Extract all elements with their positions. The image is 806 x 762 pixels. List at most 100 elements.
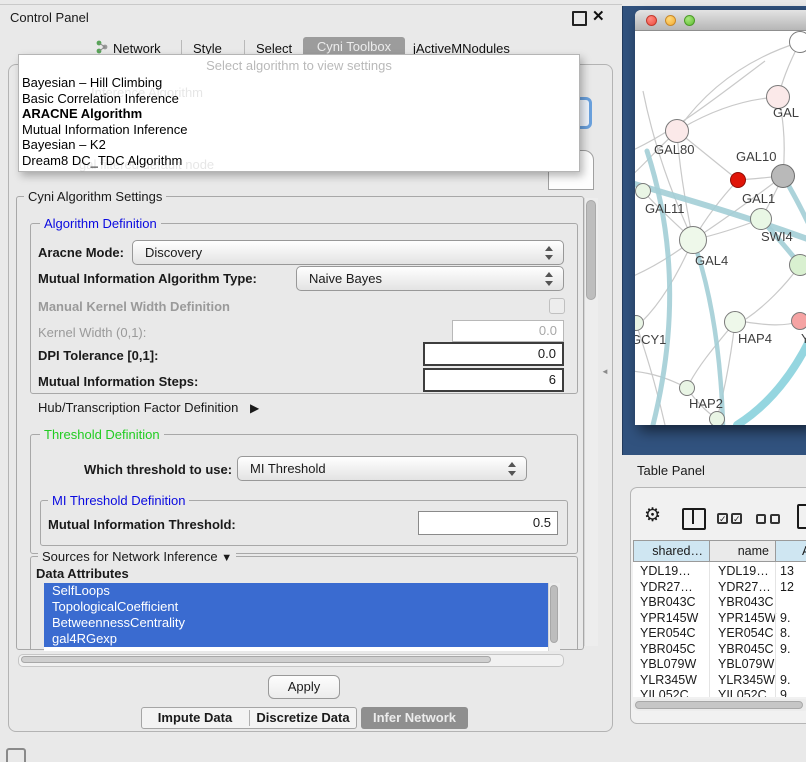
settings-vscrollbar-thumb[interactable]: [586, 200, 596, 300]
algorithm-option[interactable]: Mutual Information Inference: [22, 122, 572, 137]
mi-steps-input[interactable]: 6: [423, 368, 564, 392]
tab-impute-data[interactable]: Impute Data: [142, 707, 248, 729]
cell-shared: YDR27…: [640, 580, 693, 595]
table-hscrollbar[interactable]: [633, 699, 806, 711]
network-window-titlebar[interactable]: [635, 10, 806, 31]
table-row[interactable]: YIL052C YIL052C 9.: [633, 688, 806, 697]
table-row[interactable]: YBL079W YBL079W: [633, 657, 806, 673]
cell-name: YIL052C: [718, 688, 767, 697]
close-icon[interactable]: ✕: [592, 7, 605, 25]
data-attributes-label: Data Attributes: [36, 566, 129, 581]
minimize-traffic-light-icon[interactable]: [665, 15, 676, 26]
sources-title: Sources for Network Inference: [42, 549, 218, 564]
settings-hscrollbar[interactable]: [18, 654, 564, 667]
network-node[interactable]: [791, 312, 806, 330]
network-node[interactable]: [679, 380, 695, 396]
dock-panel-icon[interactable]: [6, 748, 26, 762]
aracne-mode-select[interactable]: Discovery: [132, 240, 564, 265]
table-row[interactable]: YBR043C YBR043C: [633, 595, 806, 611]
list-item[interactable]: BetweennessCentrality: [44, 615, 548, 631]
deselect-checkbox-icon[interactable]: [756, 514, 766, 524]
network-window: GAL GAL80 GAL10 GAL11 GAL1 SWI4 GAL4 GCY…: [635, 10, 806, 425]
cell-shared: YBR045C: [640, 642, 696, 657]
network-node[interactable]: [665, 119, 689, 143]
column-view-icon[interactable]: [682, 508, 706, 530]
table-row[interactable]: YDL19… YDL19… 13: [633, 564, 806, 580]
node-label: GAL11: [645, 201, 685, 216]
table-row[interactable]: YPR145W YPR145W 9.: [633, 611, 806, 627]
table-hscrollbar-thumb[interactable]: [635, 701, 803, 709]
column-header-clipped[interactable]: A: [775, 540, 806, 562]
hub-definition-label: Hub/Transcription Factor Definition: [38, 400, 238, 415]
network-node[interactable]: [750, 208, 772, 230]
aracne-mode-value: Discovery: [145, 245, 202, 260]
cell-name: YLR345W: [718, 673, 775, 688]
dpi-tolerance-input[interactable]: 0.0: [423, 342, 564, 366]
cell-value: 9.: [780, 642, 790, 657]
network-node[interactable]: [789, 31, 806, 53]
network-canvas[interactable]: GAL GAL80 GAL10 GAL11 GAL1 SWI4 GAL4 GCY…: [635, 31, 806, 425]
select-all-checkbox-icon[interactable]: ✓: [717, 513, 728, 524]
network-node[interactable]: [789, 254, 806, 276]
table-row[interactable]: YER054C YER054C 8.: [633, 626, 806, 642]
settings-group-title: Cyni Algorithm Settings: [24, 189, 166, 204]
cell-value: 8.: [780, 626, 790, 641]
mi-threshold-input[interactable]: 0.5: [418, 511, 558, 535]
node-label: GAL: [773, 105, 799, 120]
zoom-traffic-light-icon[interactable]: [684, 15, 695, 26]
gear-icon[interactable]: ⚙: [644, 504, 661, 527]
new-table-icon[interactable]: [797, 504, 806, 529]
node-label: Y: [801, 331, 806, 346]
column-header-shared-name[interactable]: shared…: [633, 540, 710, 562]
kernel-width-label: Kernel Width (0,1):: [38, 325, 146, 340]
mi-steps-label: Mutual Information Steps:: [38, 374, 198, 389]
table-row[interactable]: YDR27… YDR27… 12: [633, 580, 806, 596]
list-item[interactable]: TopologicalCoefficient: [44, 599, 548, 615]
mi-algorithm-type-select[interactable]: Naive Bayes: [296, 266, 564, 291]
table-row[interactable]: YLR345W YLR345W 9.: [633, 673, 806, 689]
threshold-definition-title: Threshold Definition: [40, 427, 164, 442]
network-node[interactable]: [709, 411, 725, 425]
manual-kernel-width-checkbox[interactable]: [549, 298, 565, 314]
which-threshold-label: Which threshold to use:: [84, 462, 232, 477]
settings-vscrollbar[interactable]: [584, 198, 598, 646]
column-header-name[interactable]: name: [709, 540, 776, 562]
hub-definition-expander[interactable]: Hub/Transcription Factor Definition ▶: [38, 400, 259, 415]
settings-hscrollbar-thumb[interactable]: [21, 656, 491, 663]
algorithm-option[interactable]: Bayesian – K2: [22, 137, 572, 152]
network-node[interactable]: [724, 311, 746, 333]
tab-infer-network[interactable]: Infer Network: [361, 707, 468, 729]
cell-name: YBR043C: [718, 595, 774, 610]
table-row[interactable]: YBR045C YBR045C 9.: [633, 642, 806, 658]
which-threshold-select[interactable]: MI Threshold: [237, 456, 527, 481]
list-item[interactable]: gal4RGexp: [44, 631, 548, 647]
tab-discretize-data[interactable]: Discretize Data: [250, 707, 356, 729]
split-pane-collapse-icon[interactable]: ◄: [601, 367, 609, 376]
spinner-arrows-icon: [508, 462, 516, 476]
node-label: SWI4: [761, 229, 793, 244]
list-item[interactable]: SelfLoops: [44, 583, 548, 599]
mi-algorithm-type-label: Mutual Information Algorithm Type:: [38, 271, 257, 286]
close-traffic-light-icon[interactable]: [646, 15, 657, 26]
cell-name: YER054C: [718, 626, 774, 641]
cell-name: YDR27…: [718, 580, 771, 595]
select-all-checkbox-icon[interactable]: ✓: [731, 513, 742, 524]
float-window-icon[interactable]: [572, 11, 587, 26]
network-node[interactable]: [771, 164, 795, 188]
node-label: GAL80: [654, 142, 694, 157]
list-scrollbar-thumb[interactable]: [550, 585, 558, 643]
spinner-arrows-icon: [545, 272, 553, 286]
sources-expander[interactable]: Sources for Network Inference ▼: [38, 549, 236, 564]
expand-right-icon: ▶: [250, 401, 259, 415]
algorithm-option-selected[interactable]: ARACNE Algorithm: [22, 106, 572, 121]
aracne-mode-label: Aracne Mode:: [38, 245, 124, 260]
apply-button[interactable]: Apply: [268, 675, 340, 699]
kernel-width-input[interactable]: 0.0: [452, 320, 564, 342]
tab-separator: [181, 40, 182, 54]
deselect-checkbox-icon[interactable]: [770, 514, 780, 524]
network-node[interactable]: [679, 226, 707, 254]
network-node[interactable]: [635, 183, 651, 199]
network-node-selected[interactable]: [730, 172, 746, 188]
list-scrollbar[interactable]: [548, 583, 560, 651]
cell-shared: YPR145W: [640, 611, 698, 626]
